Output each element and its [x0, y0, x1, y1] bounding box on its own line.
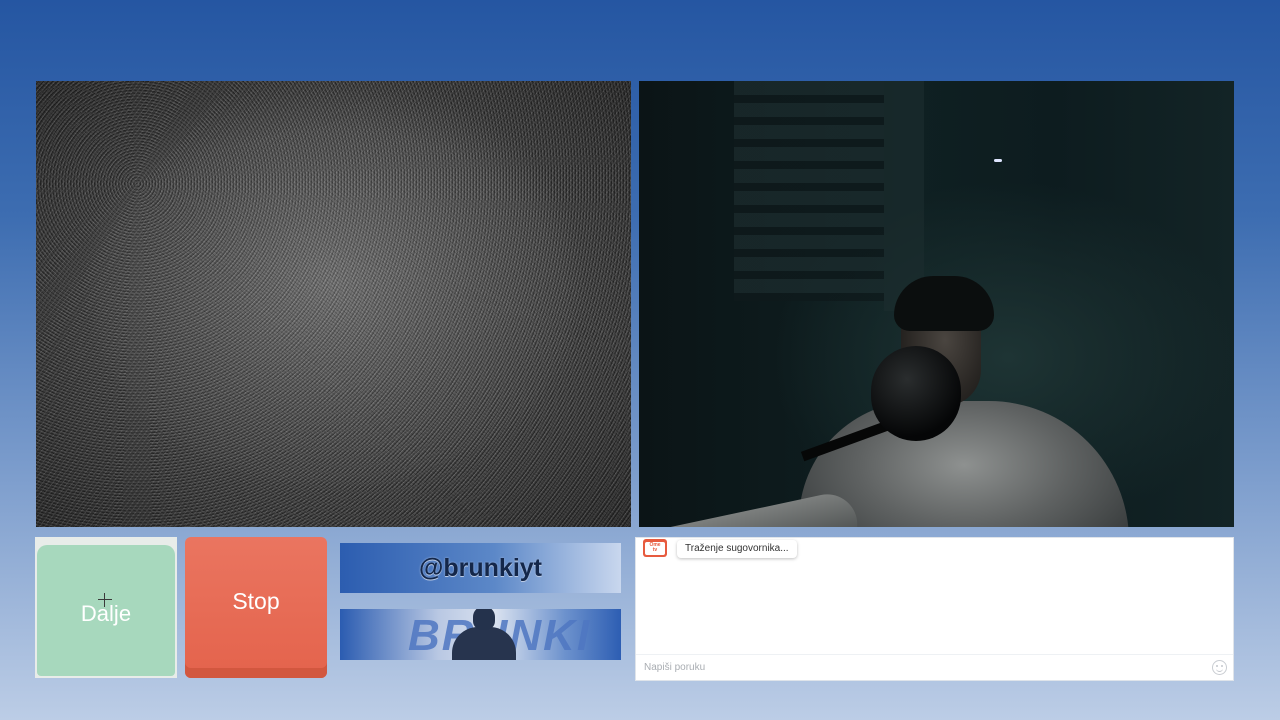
channel-logo-banner: BRUNKI [340, 609, 621, 660]
ometv-logo-icon: Ome tv [643, 539, 667, 557]
status-message: Traženje sugovornika... [677, 540, 797, 558]
message-input[interactable] [636, 655, 1212, 680]
person-arm [639, 488, 863, 527]
self-camera-feed [639, 81, 1234, 527]
ceiling-light [994, 159, 1002, 162]
channel-handle-text: @brunkiyt [419, 553, 542, 582]
chat-status-row: Ome tv Traženje sugovornika... [643, 538, 797, 558]
control-panel: Dalje Stop [35, 537, 331, 680]
microphone [871, 346, 961, 441]
next-button-label: Dalje [37, 545, 175, 676]
wall-strip [884, 81, 924, 311]
static-noise [36, 81, 631, 527]
window-blind [734, 81, 884, 301]
person-hair [894, 276, 994, 331]
next-button[interactable]: Dalje [35, 537, 177, 678]
chat-input-row [636, 654, 1233, 680]
smiley-icon[interactable] [1212, 660, 1227, 675]
crosshair-cursor-icon [98, 593, 112, 607]
stop-button[interactable]: Stop [185, 537, 327, 678]
logo-figure-body [452, 627, 516, 660]
partner-video-feed [36, 81, 631, 527]
channel-handle-banner: @brunkiyt [340, 543, 621, 593]
logo-figure-head [473, 609, 495, 630]
ometv-logo-line2: tv [652, 547, 658, 553]
chat-panel: Ome tv Traženje sugovornika... [635, 537, 1234, 681]
